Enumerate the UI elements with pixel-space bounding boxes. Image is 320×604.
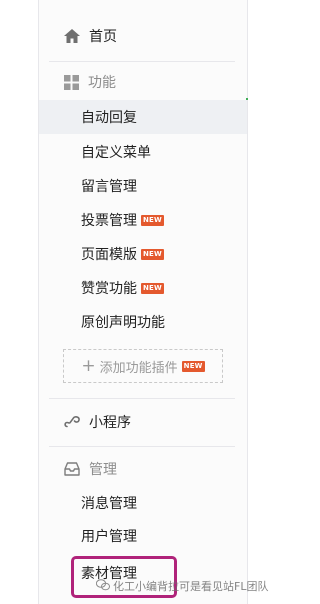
sidebar-item-original-declaration[interactable]: 原创声明功能 — [39, 305, 247, 339]
divider — [49, 61, 235, 62]
section-header-label: 功能 — [88, 75, 116, 91]
sidebar-item-user-management[interactable]: 用户管理 — [39, 519, 247, 553]
add-plugin-label: 添加功能插件 — [99, 360, 178, 376]
tray-icon — [64, 462, 80, 476]
watermark-text: 化工小编背拉可是看见站FL团队 — [113, 580, 269, 593]
sidebar-item-mini-program[interactable]: 小程序 — [39, 405, 247, 439]
wechat-logo-icon — [95, 578, 110, 594]
sidebar-item-label: 消息管理 — [81, 496, 137, 512]
sidebar-item-auto-reply[interactable]: 自动回复 — [39, 100, 247, 134]
sidebar-item-label: 用户管理 — [81, 529, 137, 545]
sidebar-item-label: 投票管理 — [81, 213, 137, 229]
sidebar-item-page-template[interactable]: 页面模版 NEW — [39, 237, 247, 271]
section-header-features: 功能 — [39, 65, 247, 99]
screenshot-frame: 首页 功能 自动回复 自定义菜单 留言管理 投票管理 NEW 页面模版 NEW … — [0, 0, 268, 604]
new-badge: NEW — [141, 248, 164, 260]
sidebar-item-label: 小程序 — [89, 415, 131, 431]
sidebar-item-label: 自动回复 — [81, 110, 137, 126]
section-header-management: 管理 — [39, 452, 247, 486]
plus-icon: + — [81, 355, 96, 376]
grid-icon — [64, 74, 79, 90]
home-icon — [64, 29, 80, 43]
sidebar-item-reward[interactable]: 赞赏功能 NEW — [39, 271, 247, 305]
sidebar-item-vote-management[interactable]: 投票管理 NEW — [39, 203, 247, 237]
new-badge: NEW — [141, 214, 164, 226]
sidebar-item-label: 原创声明功能 — [81, 315, 165, 331]
sidebar-nav: 首页 功能 自动回复 自定义菜单 留言管理 投票管理 NEW 页面模版 NEW … — [38, 0, 248, 604]
sidebar-item-message-management[interactable]: 消息管理 — [39, 486, 247, 520]
watermark: 化工小编背拉可是看见站FL团队 — [95, 578, 269, 594]
sidebar-item-label: 自定义菜单 — [81, 145, 151, 161]
divider — [49, 398, 235, 399]
new-badge: NEW — [141, 282, 164, 294]
sidebar-item-label: 留言管理 — [81, 179, 137, 195]
sidebar-item-label: 赞赏功能 — [81, 281, 137, 297]
edge-marker — [246, 98, 248, 100]
section-header-label: 管理 — [89, 462, 117, 478]
sidebar-item-comment-management[interactable]: 留言管理 — [39, 169, 247, 203]
sidebar-item-label: 首页 — [89, 29, 117, 45]
sidebar-item-home[interactable]: 首页 — [39, 19, 247, 53]
sidebar-item-custom-menu[interactable]: 自定义菜单 — [39, 135, 247, 169]
add-plugin-button[interactable]: + 添加功能插件 NEW — [63, 349, 223, 383]
mini-program-icon — [64, 414, 80, 430]
sidebar-item-label: 页面模版 — [81, 247, 137, 263]
new-badge: NEW — [181, 360, 205, 372]
divider — [49, 446, 235, 447]
